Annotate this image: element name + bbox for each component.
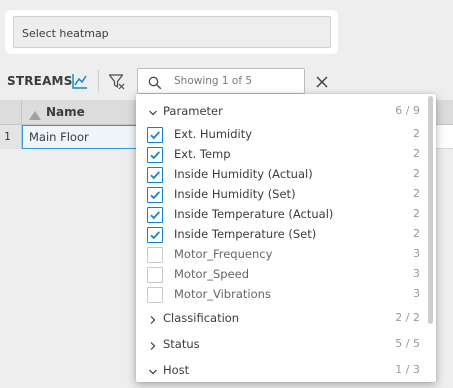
option-label: Inside Temperature (Actual): [174, 207, 334, 221]
option-label: Ext. Humidity: [174, 127, 253, 141]
checkbox[interactable]: [147, 267, 163, 283]
search-icon: [148, 75, 162, 90]
filter-dropdown: Parameter 6 / 9 Ext. Humidity 2 Ext. Tem…: [136, 94, 436, 382]
header-separator: [21, 100, 22, 125]
row-number: 1: [0, 125, 22, 149]
checkbox[interactable]: [147, 207, 163, 223]
option-count: 2: [413, 147, 420, 160]
option-count: 2: [413, 227, 420, 240]
row-name-cell[interactable]: Main Floor: [22, 125, 142, 149]
option-inside-humidity-set[interactable]: Inside Humidity (Set) 2: [136, 186, 428, 206]
option-inside-temperature-actual[interactable]: Inside Temperature (Actual) 2: [136, 206, 428, 226]
chevron-right-icon: [148, 314, 158, 324]
option-inside-temperature-set[interactable]: Inside Temperature (Set) 2: [136, 226, 428, 246]
close-icon[interactable]: [315, 74, 329, 88]
checkbox[interactable]: [147, 227, 163, 243]
line-chart-icon[interactable]: [71, 72, 89, 90]
chevron-right-icon: [148, 340, 158, 350]
option-count: 3: [413, 267, 420, 280]
option-count: 2: [413, 187, 420, 200]
toolbar-divider: [98, 70, 99, 92]
option-motor-vibrations[interactable]: Motor_Vibrations 3: [136, 286, 428, 306]
option-label: Inside Humidity (Set): [174, 187, 296, 201]
option-label: Motor_Frequency: [174, 247, 273, 261]
option-count: 2: [413, 167, 420, 180]
group-label: Parameter: [163, 104, 223, 118]
option-count: 3: [413, 287, 420, 300]
checkbox[interactable]: [147, 247, 163, 263]
chevron-down-icon: [148, 107, 158, 117]
option-ext-humidity[interactable]: Ext. Humidity 2: [136, 126, 428, 146]
streams-title: STREAMS: [7, 74, 73, 88]
checkbox[interactable]: [147, 147, 163, 163]
heatmap-select[interactable]: Select heatmap: [13, 16, 331, 48]
option-label: Motor_Speed: [174, 267, 250, 281]
group-count: 5 / 5: [395, 337, 420, 350]
group-parameter[interactable]: Parameter 6 / 9: [136, 102, 428, 122]
group-label: Host: [163, 363, 190, 377]
group-status[interactable]: Status 5 / 5: [136, 335, 428, 355]
stream-search[interactable]: [137, 68, 305, 94]
group-classification[interactable]: Classification 2 / 2: [136, 309, 428, 329]
heatmap-panel: Select heatmap: [5, 10, 338, 54]
option-label: Motor_Vibrations: [174, 287, 271, 301]
sort-ascending-icon[interactable]: [29, 105, 41, 120]
checkbox[interactable]: [147, 127, 163, 143]
checkbox[interactable]: [147, 167, 163, 183]
filter-icon[interactable]: [108, 73, 126, 91]
option-count: 2: [413, 207, 420, 220]
checkbox[interactable]: [147, 287, 163, 303]
option-inside-humidity-actual[interactable]: Inside Humidity (Actual) 2: [136, 166, 428, 186]
group-label: Classification: [163, 311, 240, 325]
chevron-down-icon: [148, 366, 158, 376]
dropdown-scrollbar[interactable]: [428, 96, 433, 324]
option-label: Inside Temperature (Set): [174, 227, 317, 241]
option-motor-speed[interactable]: Motor_Speed 3: [136, 266, 428, 286]
group-count: 6 / 9: [395, 104, 420, 117]
group-label: Status: [163, 337, 200, 351]
option-count: 2: [413, 127, 420, 140]
checkbox[interactable]: [147, 187, 163, 203]
option-motor-frequency[interactable]: Motor_Frequency 3: [136, 246, 428, 266]
option-count: 3: [413, 247, 420, 260]
group-host[interactable]: Host 1 / 3: [136, 361, 428, 381]
group-count: 2 / 2: [395, 311, 420, 324]
search-input[interactable]: [174, 73, 299, 89]
group-count: 1 / 3: [395, 363, 420, 376]
option-label: Inside Humidity (Actual): [174, 167, 313, 181]
column-header-name[interactable]: Name: [46, 105, 85, 119]
option-label: Ext. Temp: [174, 147, 231, 161]
option-ext-temp[interactable]: Ext. Temp 2: [136, 146, 428, 166]
streams-toolbar: STREAMS: [0, 66, 453, 96]
